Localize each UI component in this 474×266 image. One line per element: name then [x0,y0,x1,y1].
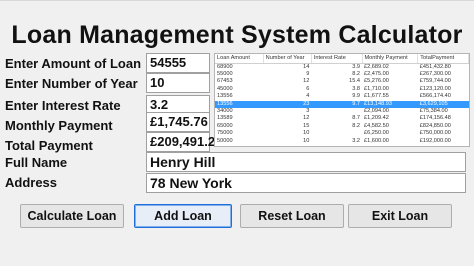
years-field[interactable]: 10 [146,73,210,93]
table-row[interactable]: 67453 12 15.4 £5,276.00 £759,744.00 [215,78,469,85]
table-cell: 13589 [217,115,233,122]
table-cell: £2,094.00 [364,107,389,114]
table-cell: 13556 [215,100,264,108]
monthly-payment-field[interactable]: £1,745.76 [146,112,210,132]
table-cell: £1,710.00 [364,85,389,92]
table-cell: 3 [306,107,310,114]
calculate-loan-button[interactable]: Calculate Loan [20,204,124,228]
table-cell: £123,120.00 [419,85,451,92]
table-cell: £1,600.00 [364,137,389,144]
table-cell: 12 [303,78,310,85]
table-cell: £566,174.40 [419,93,451,100]
column-header-monthly[interactable]: Monthly Payment [362,54,419,64]
table-cell: 75000 [217,130,233,137]
full-name-field[interactable]: Henry Hill [146,152,466,172]
monthly-payment-label: Monthly Payment [5,118,113,133]
table-cell: £75,384.00 [419,107,448,114]
table-cell: 9 [306,70,310,77]
table-cell: £5,276.00 [364,78,389,85]
column-header-years[interactable]: Number of Year [263,54,312,64]
column-header-rate[interactable]: Interest Rate [311,54,363,64]
table-cell: £750,000.00 [419,130,451,137]
years-label: Enter Number of Year [5,76,138,91]
table-cell: 67453 [217,78,233,85]
table-cell: 9.7 [311,100,362,108]
table-cell: 65000 [217,122,233,129]
table-row[interactable]: 75000 10 £6,250.00 £750,000.00 [215,130,469,137]
table-cell: 3.8 [352,85,360,92]
table-cell [311,108,362,115]
table-cell: 15.4 [349,78,360,85]
table-cell: £2,475.00 [364,70,389,77]
table-row[interactable]: 13556 4 9.9 £1,677.55 £566,174.40 [215,93,469,100]
table-cell: 10 [303,137,310,144]
address-label: Address [5,175,58,190]
add-loan-button[interactable]: Add Loan [134,204,232,228]
table-cell: £1,209.42 [364,115,389,122]
loan-amount-field[interactable]: 54555 [146,53,210,73]
table-cell: 45000 [217,85,233,92]
table-cell: £267,300.00 [419,70,451,77]
table-row[interactable]: 13556 23 9.7 £13,148.93 £3,629,105 [215,100,469,108]
table-cell: £4,582.50 [364,122,389,129]
page-title: Loan Management System Calculator [11,21,463,49]
table-cell: £174,156.48 [419,115,451,122]
table-cell [311,130,362,137]
table-cell: 8.7 [352,115,360,122]
table-cell: 23 [263,100,312,108]
table-cell: £1,677.55 [364,93,389,100]
table-cell: £759,744.00 [419,78,451,85]
loan-amount-label: Enter Amount of Loan [5,56,142,71]
table-cell: £6,250.00 [364,130,389,137]
address-field[interactable]: 78 New York [146,173,466,193]
table-cell: £3,629,105 [417,100,469,108]
table-cell: 8.2 [352,122,360,129]
column-header-total[interactable]: TotalPayment [417,54,469,64]
table-cell: 4 [306,93,310,100]
exit-loan-button[interactable]: Exit Loan [348,204,452,228]
table-row[interactable]: 34000 3 £2,094.00 £75,384.00 [215,108,469,115]
table-cell: £451,432.80 [419,63,451,70]
table-cell: 3.2 [352,137,360,144]
loan-data-grid[interactable]: Loan Amount Number of Year Interest Rate… [214,53,470,147]
table-row[interactable]: 65000 15 8.2 £4,582.50 £824,850.00 [215,123,469,130]
table-row[interactable]: 55000 9 8.2 £2,475.00 £267,300.00 [215,71,469,78]
table-cell: 68900 [217,63,233,70]
table-cell: £2,689.02 [364,63,389,70]
button-bar: Calculate Loan Add Loan Reset Loan Exit … [0,201,474,231]
table-cell: 34000 [217,107,233,114]
table-row[interactable]: 50000 10 3.2 £1,600.00 £192,000.00 [215,138,469,145]
total-payment-label: Total Payment [5,138,93,153]
total-payment-field[interactable]: £209,491.20 [146,132,222,152]
loan-table: Loan Amount Number of Year Interest Rate… [215,54,469,145]
column-header-loan-amount[interactable]: Loan Amount [215,54,264,64]
table-cell: 12 [303,115,310,122]
table-cell: 55000 [217,70,233,77]
reset-loan-button[interactable]: Reset Loan [240,204,344,228]
table-row[interactable]: 13589 12 8.7 £1,209.42 £174,156.48 [215,115,469,122]
table-cell: 9.9 [352,93,360,100]
table-cell: 3.9 [352,63,360,70]
app-window: Loan Management System Calculator Enter … [0,0,474,266]
table-cell: 6 [306,85,310,92]
full-name-label: Full Name [5,155,68,170]
rate-label: Enter Interest Rate [5,98,121,113]
table-cell: £13,148.93 [362,100,418,108]
table-cell: 50000 [217,137,233,144]
table-cell: 8.2 [352,70,360,77]
table-header-row: Loan Amount Number of Year Interest Rate… [215,54,469,64]
table-cell: £192,000.00 [419,137,451,144]
table-cell: £824,850.00 [419,122,451,129]
table-cell: 10 [303,130,310,137]
table-cell: 15 [303,122,310,129]
table-row[interactable]: 68900 14 3.9 £2,689.02 £451,432.80 [215,63,469,71]
table-cell: 14 [303,63,310,70]
table-row[interactable]: 45000 6 3.8 £1,710.00 £123,120.00 [215,86,469,93]
table-cell: 13556 [217,93,233,100]
